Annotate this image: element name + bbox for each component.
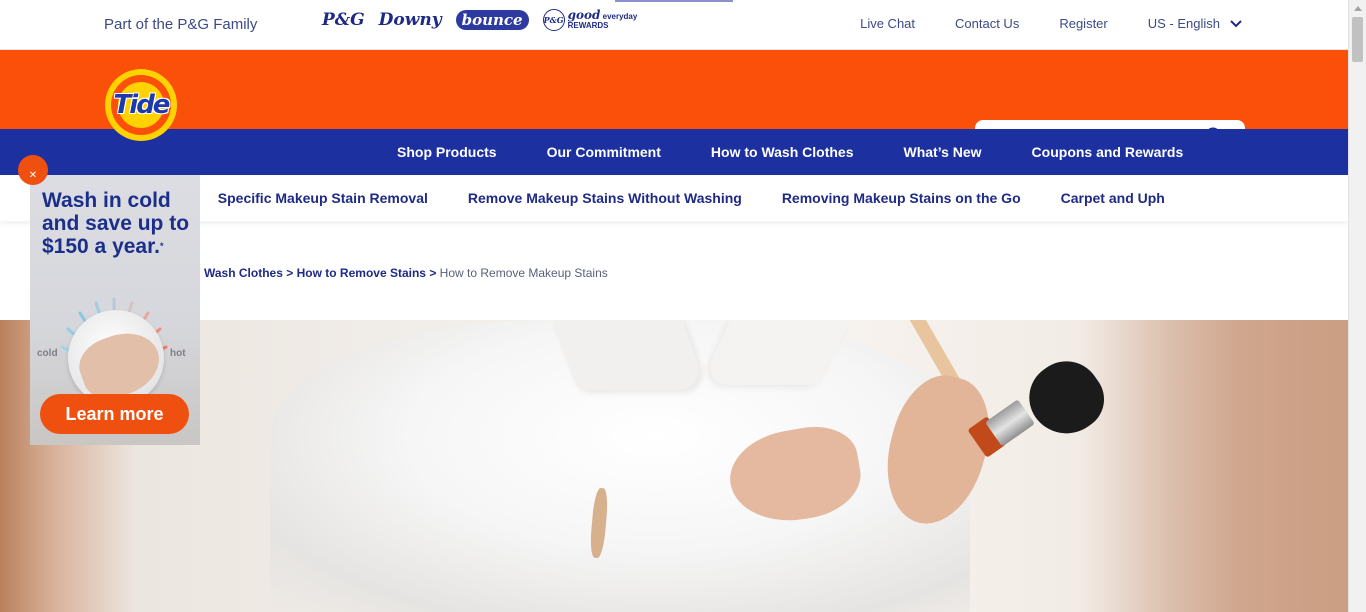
header-bar — [0, 50, 1348, 154]
everyday-word: everyday — [602, 11, 638, 21]
sub-nav-bar: e Specific Makeup Stain Removal Remove M… — [0, 175, 1348, 221]
main-nav: Shop Products Our Commitment How to Wash… — [397, 144, 1183, 160]
breadcrumb-separator: > — [286, 266, 294, 280]
tide-logo[interactable]: Tide — [105, 69, 177, 141]
contact-us-link[interactable]: Contact Us — [955, 16, 1019, 31]
downy-logo[interactable]: Downy — [379, 10, 442, 30]
locale-label: US - English — [1147, 16, 1220, 31]
good-everyday-text: good everyday REWARDS — [567, 7, 638, 30]
sub-nav-items: e Specific Makeup Stain Removal Remove M… — [170, 190, 1165, 206]
hero-image — [0, 320, 1348, 612]
subnav-item-remove-without-washing[interactable]: Remove Makeup Stains Without Washing — [468, 190, 742, 206]
hero-brush-head — [1015, 347, 1117, 449]
sub-nav-edge-cover — [1245, 175, 1348, 221]
breadcrumb-how-to-remove-stains[interactable]: How to Remove Stains — [297, 266, 426, 280]
page: Part of the P&G Family P&G Downy bounce … — [0, 0, 1366, 612]
learn-more-button[interactable]: Learn more — [40, 394, 189, 434]
pg-good-circle: P&G — [542, 9, 565, 31]
pg-family-text: Part of the P&G Family — [104, 16, 258, 33]
breadcrumb-wash-clothes[interactable]: Wash Clothes — [204, 266, 283, 280]
hero-collar-left — [552, 320, 708, 390]
nav-shop-products[interactable]: Shop Products — [397, 144, 497, 160]
logo-ring: Tide — [111, 75, 171, 135]
logo-inner: Tide — [114, 82, 170, 128]
logo-text: Tide — [113, 90, 171, 120]
nav-how-to-wash-clothes[interactable]: How to Wash Clothes — [711, 144, 854, 160]
register-link[interactable]: Register — [1059, 16, 1107, 31]
bounce-logo[interactable]: bounce — [455, 10, 529, 30]
ad-asterisk: * — [159, 241, 164, 251]
page-scrollbar[interactable] — [1348, 0, 1366, 612]
subnav-item-specific-makeup-stain-removal[interactable]: Specific Makeup Stain Removal — [218, 190, 428, 206]
ad-headline: Wash in cold and save up to $150 a year.… — [42, 189, 197, 258]
scrollbar-thumb[interactable] — [1352, 17, 1363, 62]
ad-headline-text: Wash in cold and save up to $150 a year. — [42, 189, 190, 258]
good-word: good — [567, 7, 601, 22]
ad-hot-label: hot — [170, 348, 186, 359]
locale-selector[interactable]: US - English — [1148, 16, 1242, 31]
top-accent-line — [615, 0, 733, 2]
live-chat-link[interactable]: Live Chat — [860, 16, 915, 31]
ad-cold-label: cold — [37, 348, 58, 359]
nav-whats-new[interactable]: What’s New — [904, 144, 982, 160]
nav-our-commitment[interactable]: Our Commitment — [547, 144, 661, 160]
ad-close-button[interactable]: ✕ — [18, 155, 48, 185]
pg-logo[interactable]: P&G — [322, 10, 365, 30]
close-icon: ✕ — [28, 170, 38, 181]
chevron-down-icon — [1230, 19, 1242, 27]
breadcrumb-current: How to Remove Makeup Stains — [439, 266, 608, 280]
utility-bar: Part of the P&G Family P&G Downy bounce … — [0, 0, 1348, 50]
pg-good-everyday-logo[interactable]: P&G good everyday REWARDS — [542, 7, 638, 31]
rewards-word: REWARDS — [567, 20, 609, 30]
subnav-item-on-the-go[interactable]: Removing Makeup Stains on the Go — [782, 190, 1021, 206]
main-nav-bar: Shop Products Our Commitment How to Wash… — [0, 129, 1348, 175]
nav-coupons-and-rewards[interactable]: Coupons and Rewards — [1032, 144, 1184, 160]
subnav-item-carpet-and-upholstery[interactable]: Carpet and Uph — [1061, 190, 1165, 206]
utility-links: Live Chat Contact Us Register US - Engli… — [860, 16, 1242, 31]
ad-banner[interactable]: Wash in cold and save up to $150 a year.… — [30, 175, 200, 445]
brand-logos: P&G Downy bounce P&G good everyday REWAR… — [322, 9, 637, 31]
breadcrumb: Wash Clothes > How to Remove Stains > Ho… — [204, 266, 608, 280]
scroll-up-icon[interactable] — [1354, 6, 1362, 11]
breadcrumb-separator: > — [429, 266, 437, 280]
hero-blur-right — [1108, 320, 1348, 612]
